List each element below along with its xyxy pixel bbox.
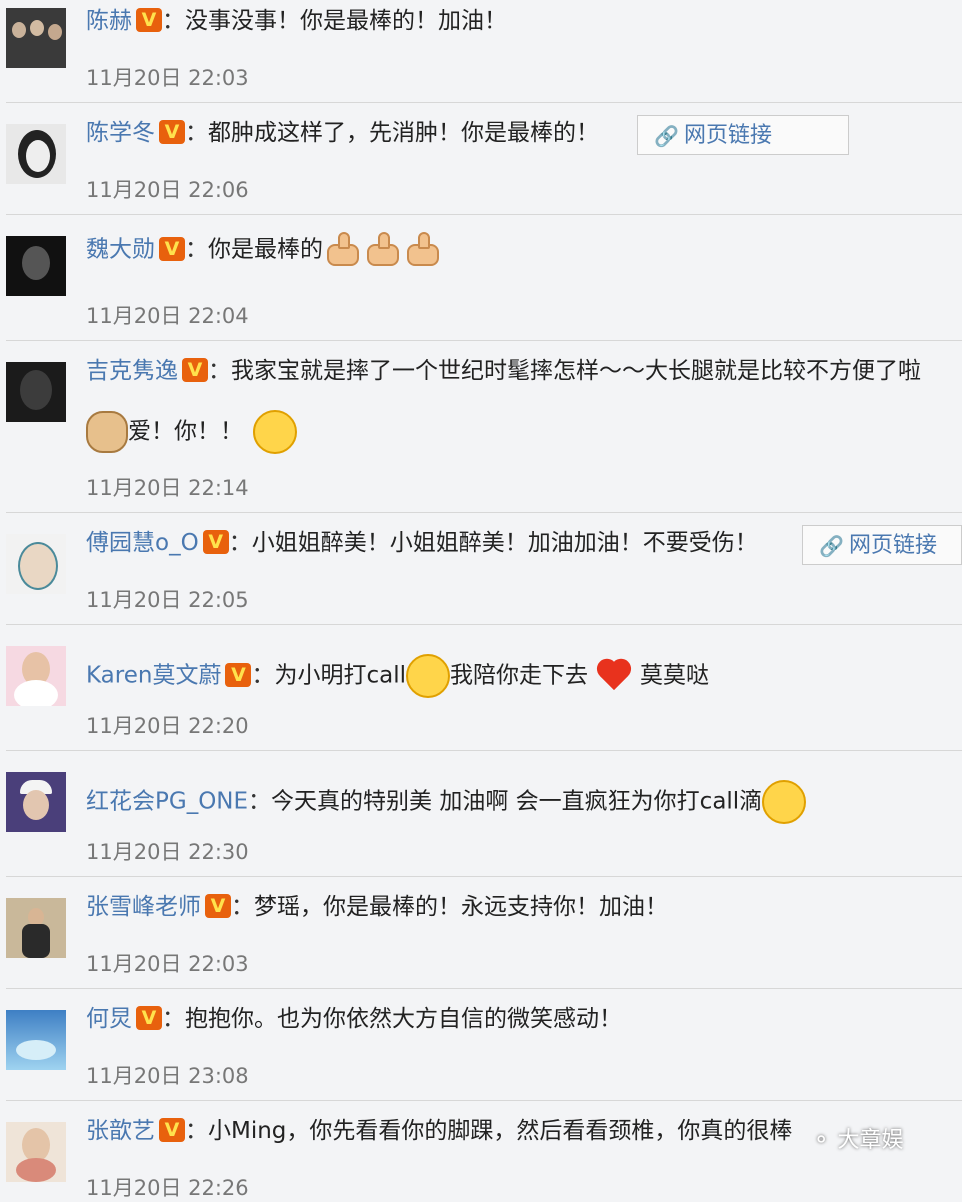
link-chain-icon: 🔗 <box>654 124 679 148</box>
avatar[interactable] <box>6 236 66 296</box>
verified-badge-icon: V <box>225 662 252 687</box>
comment-time: 11月20日 23:08 <box>86 1064 249 1088</box>
comment-time: 11月20日 22:03 <box>86 66 249 90</box>
comment-line: 魏大勋 V ：你是最棒的 <box>86 230 443 270</box>
comment-time: 11月20日 22:04 <box>86 304 249 328</box>
comment-line: 红花会PG_ONE：今天真的特别美 加油啊 会一直疯狂为你打call滴 <box>86 780 807 824</box>
comment-line: 吉克隽逸 V ：我家宝就是摔了一个世纪时髦摔怎样～～大长腿就是比较不方便了啦 <box>86 356 921 386</box>
username-link[interactable]: 傅园慧o_O <box>86 530 199 556</box>
divider <box>6 988 962 989</box>
comment-line: 张雪峰老师 V ：梦瑶，你是最棒的！永远支持你！加油！ <box>86 892 668 922</box>
thumbs-up-icon <box>323 230 363 270</box>
separator: ： <box>185 1118 208 1144</box>
verified-badge-icon: V <box>159 1118 185 1142</box>
watermark-text: 大章娱 <box>837 1128 904 1153</box>
separator: ： <box>162 8 185 34</box>
divider <box>6 624 962 625</box>
web-link-button[interactable]: 🔗 网页链接 <box>802 525 962 565</box>
username-link[interactable]: 张雪峰老师 <box>86 894 201 920</box>
comment-text: 今天真的特别美 加油啊 会一直疯狂为你打call滴 <box>271 788 763 815</box>
comment-text: 小Ming，你先看看你的脚踝，然后看看颈椎，你真的很棒 <box>208 1118 793 1144</box>
avatar[interactable] <box>6 1010 66 1070</box>
heart-eyes-emoji-icon <box>253 410 297 454</box>
avatar[interactable] <box>6 8 66 68</box>
separator: ： <box>248 788 272 815</box>
verified-badge-icon: V <box>202 530 229 554</box>
avatar[interactable] <box>6 1122 66 1182</box>
comment-text: 莫莫哒 <box>639 662 709 689</box>
separator: ： <box>231 894 254 920</box>
comment-text: 没事没事！你是最棒的！加油！ <box>185 8 507 34</box>
comment-time: 11月20日 22:30 <box>86 840 249 864</box>
username-link[interactable]: 陈赫 <box>86 8 132 34</box>
comment-line: 张歆艺 V ：小Ming，你先看看你的脚踝，然后看看颈椎，你真的很棒 <box>86 1116 792 1146</box>
separator: ： <box>208 358 231 384</box>
verified-badge-icon: V <box>136 8 162 32</box>
pleading-face-emoji-icon <box>405 654 450 698</box>
comment-line: 陈学冬 V ：都肿成这样了，先消肿！你是最棒的！ <box>86 118 599 148</box>
comment-time: 11月20日 22:05 <box>86 588 249 612</box>
comment-text: 小姐姐醉美！小姐姐醉美！加油加油！不要受伤！ <box>251 530 758 556</box>
username-link[interactable]: Karen莫文蔚 <box>86 663 221 689</box>
red-heart-icon <box>594 658 634 694</box>
comment-time: 11月20日 22:14 <box>86 476 249 500</box>
comment-text: 爱！你！！ <box>128 418 243 445</box>
avatar[interactable] <box>6 362 66 422</box>
comment-time: 11月20日 22:26 <box>86 1176 249 1200</box>
avatar[interactable] <box>6 898 66 958</box>
verified-badge-icon: V <box>182 358 208 382</box>
divider <box>6 1100 962 1101</box>
wechat-icon: ⚬ <box>812 1128 831 1153</box>
divider <box>6 340 962 341</box>
divider <box>6 750 962 751</box>
avatar[interactable] <box>6 124 66 184</box>
comment-line: Karen莫文蔚 V ：为小明打call 我陪你走下去 莫莫哒 <box>86 654 709 698</box>
separator: ： <box>185 236 208 263</box>
username-link[interactable]: 何炅 <box>86 1006 132 1032</box>
watermark-logo: ⚬ 大章娱 <box>812 1122 903 1154</box>
web-link-label: 网页链接 <box>849 533 938 558</box>
comment-text: 梦瑶，你是最棒的！永远支持你！加油！ <box>254 894 668 920</box>
separator: ： <box>162 1006 185 1032</box>
verified-badge-icon: V <box>159 236 185 261</box>
web-link-button[interactable]: 🔗 网页链接 <box>637 115 849 155</box>
username-link[interactable]: 魏大勋 <box>86 237 155 263</box>
link-chain-icon: 🔗 <box>819 534 844 558</box>
username-link[interactable]: 吉克隽逸 <box>86 358 178 384</box>
username-link[interactable]: 陈学冬 <box>86 120 155 146</box>
thumbs-up-icon <box>403 230 443 270</box>
avatar[interactable] <box>6 772 66 832</box>
comment-line: 陈赫 V ：没事没事！你是最棒的！加油！ <box>86 6 507 36</box>
comment-text: 我家宝就是摔了一个世纪时髦摔怎样～～大长腿就是比较不方便了啦 <box>231 358 921 384</box>
verified-badge-icon: V <box>159 120 185 144</box>
comment-text: 都肿成这样了，先消肿！你是最棒的！ <box>208 120 599 146</box>
web-link-label: 网页链接 <box>684 123 773 148</box>
avatar[interactable] <box>6 646 66 706</box>
comment-line: 傅园慧o_O V ：小姐姐醉美！小姐姐醉美！加油加油！不要受伤！ <box>86 528 758 558</box>
divider <box>6 214 962 215</box>
comment-text: 抱抱你。也为你依然大方自信的微笑感动！ <box>185 1006 622 1032</box>
doge-emoji-icon <box>86 411 128 453</box>
divider <box>6 102 962 103</box>
comment-time: 11月20日 22:03 <box>86 952 249 976</box>
thumbs-up-icon <box>363 230 403 270</box>
hugging-face-emoji-icon <box>762 780 807 824</box>
comment-time: 11月20日 22:06 <box>86 178 249 202</box>
separator: ： <box>228 530 252 556</box>
verified-badge-icon: V <box>136 1006 162 1030</box>
avatar[interactable] <box>6 534 66 594</box>
comment-text: 你是最棒的 <box>208 236 323 263</box>
username-link[interactable]: 红花会PG_ONE <box>86 789 248 815</box>
comment-text: 为小明打call <box>274 662 406 689</box>
comment-time: 11月20日 22:20 <box>86 714 249 738</box>
comment-text: 我陪你走下去 <box>449 662 588 689</box>
comment-line: 何炅 V ：抱抱你。也为你依然大方自信的微笑感动！ <box>86 1004 622 1034</box>
divider <box>6 512 962 513</box>
verified-badge-icon: V <box>205 894 231 918</box>
comment-line-continued: 爱！你！！ <box>86 410 297 454</box>
divider <box>6 876 962 877</box>
username-link[interactable]: 张歆艺 <box>86 1118 155 1144</box>
separator: ： <box>185 120 208 146</box>
separator: ： <box>251 662 275 689</box>
